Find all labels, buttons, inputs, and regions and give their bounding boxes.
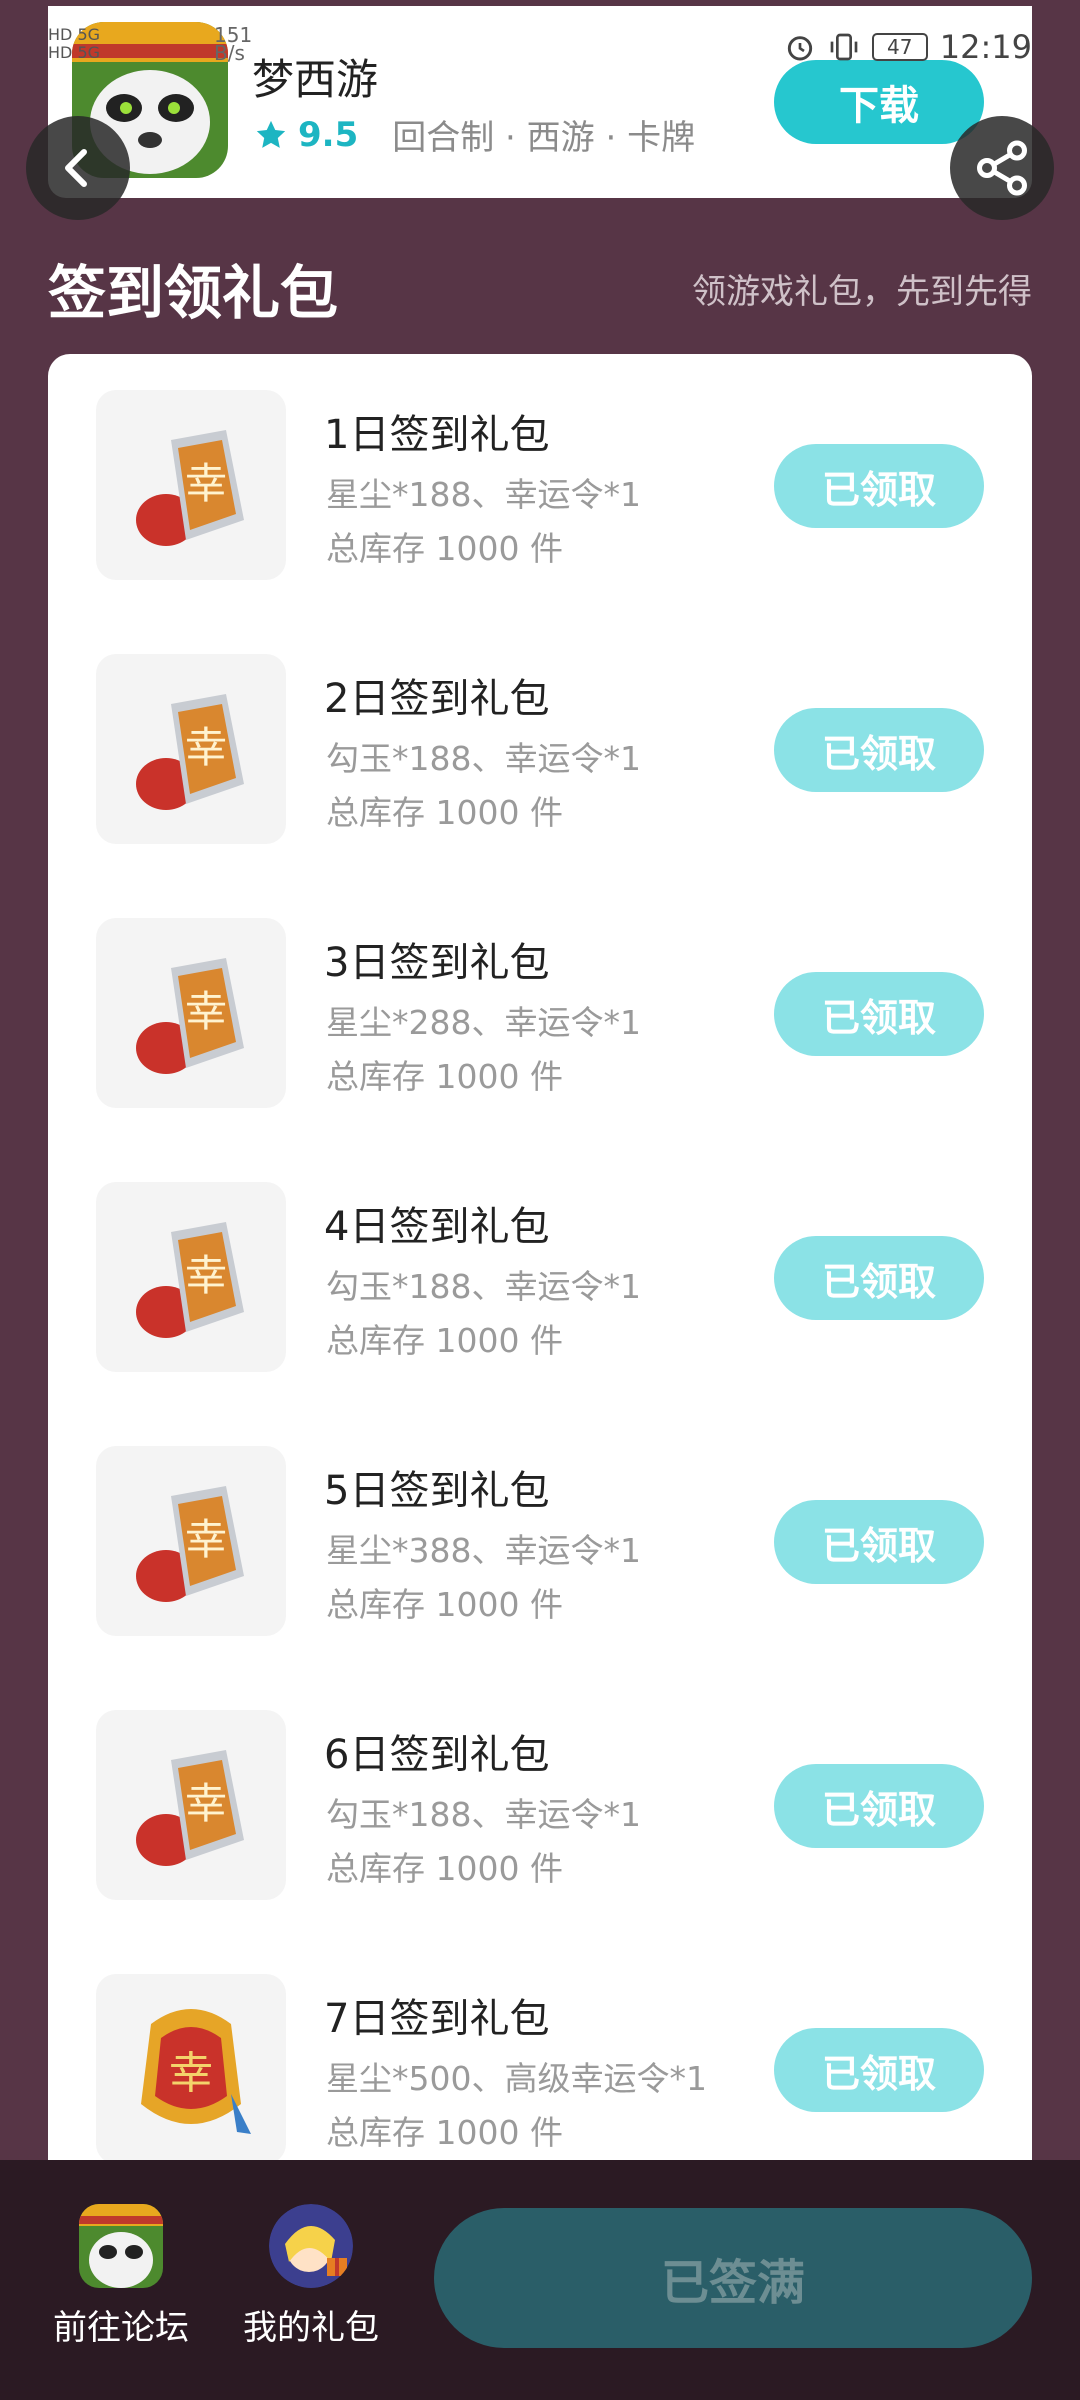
bottom-bar: 前往论坛 我的礼包 已签满 [0, 2160, 1080, 2400]
claimed-button[interactable]: 已领取 [774, 1236, 984, 1320]
gift-stock: 总库存 1000 件 [326, 1849, 563, 1888]
gift-title: 3日签到礼包 [324, 940, 550, 986]
status-bar-right: 47 12:19 [784, 28, 1032, 66]
chevron-left-icon [65, 149, 87, 187]
gift-contents: 勾玉*188、幸运令*1 [326, 739, 641, 778]
gift-contents: 星尘*388、幸运令*1 [326, 1531, 641, 1570]
gift-item-1: 幸 1日签到礼包 星尘*188、幸运令*1 总库存 1000 件 已领取 [48, 354, 1032, 580]
svg-text:幸: 幸 [185, 1779, 227, 1828]
gift-stock: 总库存 1000 件 [326, 1321, 563, 1360]
svg-text:幸: 幸 [169, 2048, 213, 2099]
gift-contents: 星尘*500、高级幸运令*1 [326, 2059, 707, 2098]
gift-stock: 总库存 1000 件 [326, 793, 563, 832]
my-gift-label: 我的礼包 [243, 2308, 379, 2348]
gift-contents: 星尘*188、幸运令*1 [326, 475, 641, 514]
gift-page: 梦西游 9.5 回合制 · 西游 · 卡牌 下载 HD 5G HD 5G 151… [0, 0, 1080, 2400]
forum-label: 前往论坛 [53, 2308, 189, 2348]
gift-title: 4日签到礼包 [324, 1204, 550, 1250]
forum-link[interactable]: 前往论坛 [36, 2204, 206, 2349]
luck-token-icon: 幸 [136, 694, 244, 810]
gift-image: 幸 [96, 1710, 286, 1900]
share-button[interactable] [950, 116, 1054, 220]
premium-luck-token-icon: 幸 [141, 2009, 251, 2134]
gift-item-4: 幸 4日签到礼包 勾玉*188、幸运令*1 总库存 1000 件 已领取 [48, 1146, 1032, 1372]
claimed-button[interactable]: 已领取 [774, 972, 984, 1056]
gift-image: 幸 [96, 1182, 286, 1372]
gift-item-6: 幸 6日签到礼包 勾玉*188、幸运令*1 总库存 1000 件 已领取 [48, 1674, 1032, 1900]
download-button[interactable]: 下载 [774, 60, 984, 144]
gift-item-5: 幸 5日签到礼包 星尘*388、幸运令*1 总库存 1000 件 已领取 [48, 1410, 1032, 1636]
gift-image: 幸 [96, 1974, 286, 2164]
svg-text:幸: 幸 [185, 987, 227, 1036]
claimed-button[interactable]: 已领取 [774, 1500, 984, 1584]
svg-text:幸: 幸 [185, 459, 227, 508]
section-subtitle: 领游戏礼包，先到先得 [692, 272, 1032, 312]
star-icon [256, 120, 286, 148]
luck-token-icon: 幸 [136, 1222, 244, 1338]
gift-title: 2日签到礼包 [324, 676, 550, 722]
gift-contents: 勾玉*188、幸运令*1 [326, 1795, 641, 1834]
net-speed: 151 B/s [214, 23, 253, 65]
gift-list: 幸 1日签到礼包 星尘*188、幸运令*1 总库存 1000 件 已领取 幸 2… [48, 354, 1032, 2184]
gift-stock: 总库存 1000 件 [326, 1585, 563, 1624]
back-button[interactable] [26, 116, 130, 220]
claimed-button[interactable]: 已领取 [774, 708, 984, 792]
gift-contents: 勾玉*188、幸运令*1 [326, 1267, 641, 1306]
claimed-button[interactable]: 已领取 [774, 444, 984, 528]
gift-item-3: 幸 3日签到礼包 星尘*288、幸运令*1 总库存 1000 件 已领取 [48, 882, 1032, 1108]
battery-icon: 47 [871, 33, 928, 61]
gift-title: 7日签到礼包 [324, 1996, 550, 2042]
svg-text:幸: 幸 [185, 1515, 227, 1564]
gift-image: 幸 [96, 390, 286, 580]
rating-row: 9.5 回合制 · 西游 · 卡牌 [254, 110, 695, 159]
gift-stock: 总库存 1000 件 [326, 2113, 563, 2152]
section-title: 签到领礼包 [48, 259, 339, 327]
gift-stock: 总库存 1000 件 [326, 529, 563, 568]
gift-item-7: 幸 7日签到礼包 星尘*500、高级幸运令*1 总库存 1000 件 已领取 [48, 1938, 1032, 2164]
clock: 12:19 [939, 28, 1032, 66]
my-gift-link[interactable]: 我的礼包 [226, 2204, 396, 2349]
app-tags: 回合制 · 西游 · 卡牌 [392, 118, 696, 158]
fully-signed-button[interactable]: 已签满 [434, 2208, 1032, 2348]
gift-item-2: 幸 2日签到礼包 勾玉*188、幸运令*1 总库存 1000 件 已领取 [48, 618, 1032, 844]
gift-title: 1日签到礼包 [324, 412, 550, 458]
app-name: 梦西游 [252, 55, 379, 104]
gift-image: 幸 [96, 918, 286, 1108]
gift-title: 5日签到礼包 [324, 1468, 550, 1514]
rating-value: 9.5 [298, 114, 359, 155]
gift-image: 幸 [96, 1446, 286, 1636]
luck-token-icon: 幸 [136, 430, 244, 546]
gift-stock: 总库存 1000 件 [326, 1057, 563, 1096]
svg-text:幸: 幸 [185, 723, 227, 772]
gift-image: 幸 [96, 654, 286, 844]
claimed-button[interactable]: 已领取 [774, 1764, 984, 1848]
my-gift-avatar-icon [269, 2204, 353, 2288]
vibrate-icon [830, 33, 858, 61]
luck-token-icon: 幸 [136, 1750, 244, 1866]
svg-text:幸: 幸 [185, 1251, 227, 1300]
game-forum-icon [79, 2204, 163, 2288]
status-bar-left: HD 5G HD 5G 151 B/s [48, 25, 252, 63]
luck-token-icon: 幸 [136, 958, 244, 1074]
claimed-button[interactable]: 已领取 [774, 2028, 984, 2112]
alarm-icon [787, 36, 812, 61]
gift-contents: 星尘*288、幸运令*1 [326, 1003, 641, 1042]
gift-title: 6日签到礼包 [324, 1732, 550, 1778]
luck-token-icon: 幸 [136, 1486, 244, 1602]
share-icon [977, 140, 1027, 196]
